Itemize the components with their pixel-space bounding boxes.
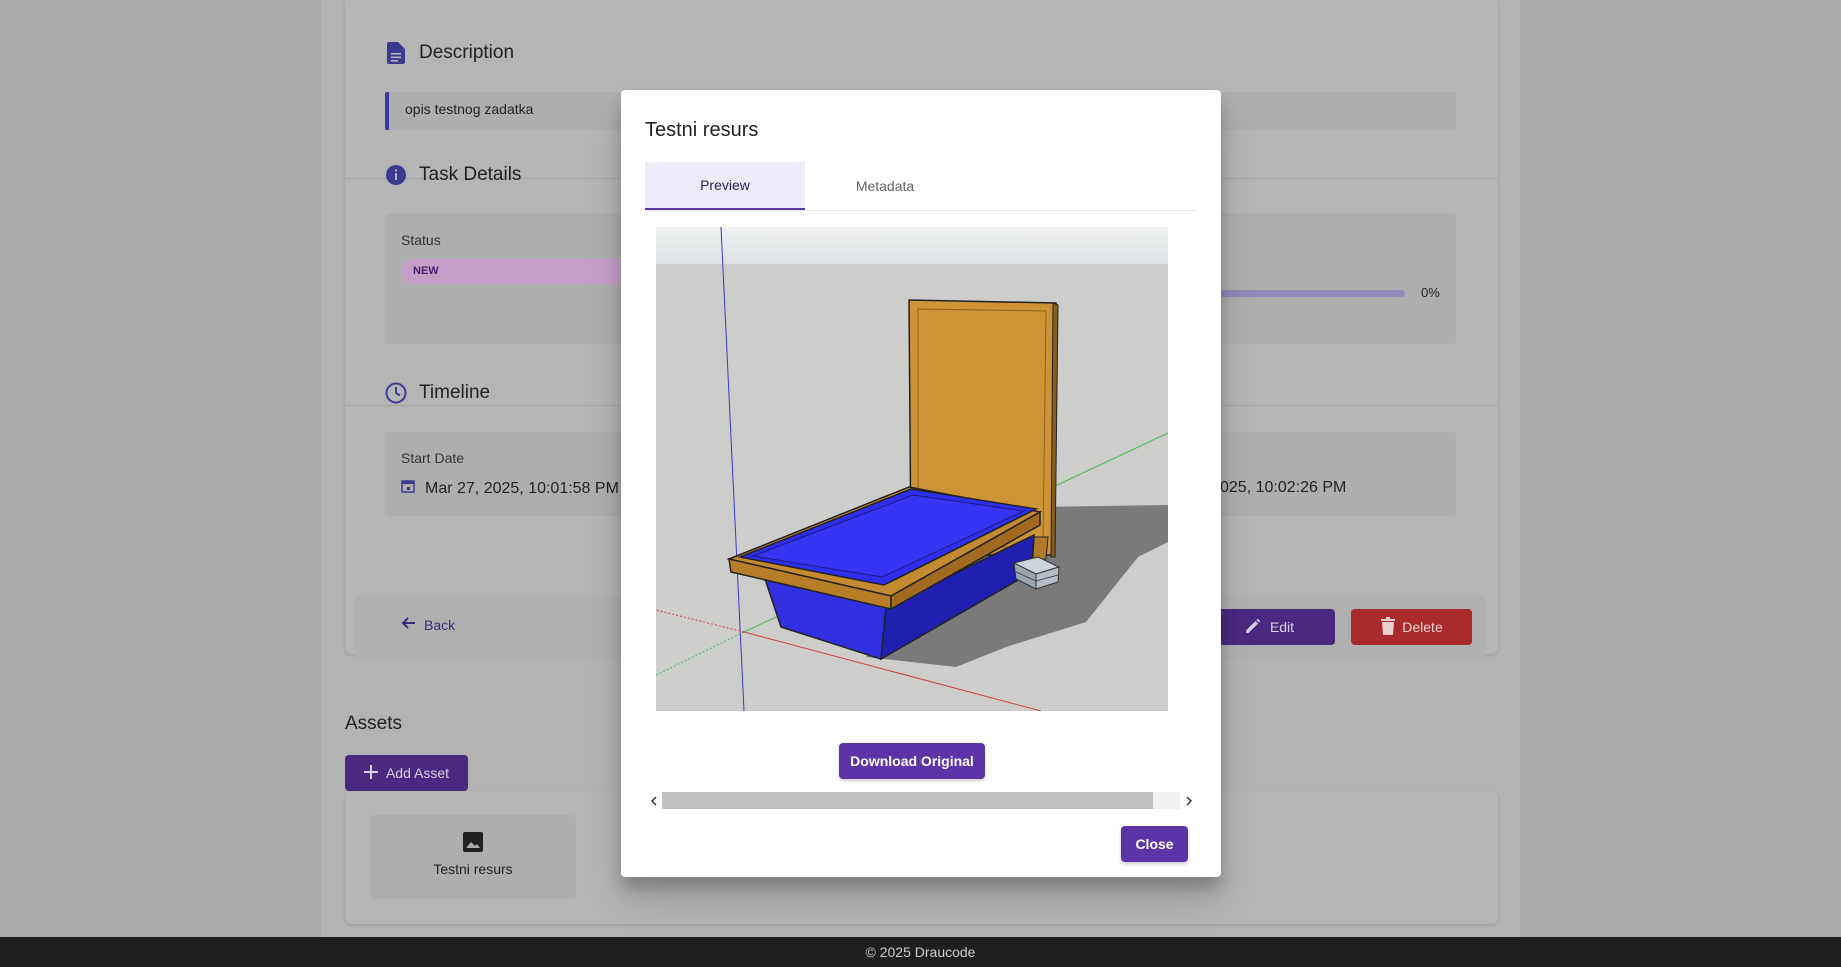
scroll-right-icon[interactable] xyxy=(1180,792,1197,809)
scroll-track[interactable] xyxy=(662,792,1180,809)
plus-icon xyxy=(363,764,378,782)
timeline-section-title: Timeline xyxy=(385,382,490,404)
tab-metadata[interactable]: Metadata xyxy=(805,162,965,210)
back-label: Back xyxy=(424,616,456,633)
end-date-value: 025, 10:02:26 PM xyxy=(1220,479,1347,496)
details-heading: Task Details xyxy=(419,164,522,185)
asset-name: Testni resurs xyxy=(433,861,513,877)
download-original-button[interactable]: Download Original xyxy=(839,743,985,779)
info-icon xyxy=(385,164,407,186)
start-date-label: Start Date xyxy=(401,450,465,466)
scroll-left-icon[interactable] xyxy=(645,792,662,809)
close-button[interactable]: Close xyxy=(1121,826,1188,862)
delete-label: Delete xyxy=(1402,619,1443,635)
clock-icon xyxy=(385,382,407,404)
description-section-title: Description xyxy=(385,42,514,64)
asset-tile[interactable]: Testni resurs xyxy=(370,815,576,899)
add-asset-button[interactable]: Add Asset xyxy=(345,755,468,791)
timeline-heading: Timeline xyxy=(419,382,491,403)
start-date: Mar 27, 2025, 10:01:58 PM xyxy=(401,479,619,498)
status-label: Status xyxy=(401,232,441,248)
bed-3d-render xyxy=(656,227,1168,711)
delete-button[interactable]: Delete xyxy=(1351,609,1472,645)
progress-bar xyxy=(1218,290,1405,297)
document-icon xyxy=(385,42,407,64)
progress-percent: 0% xyxy=(1421,285,1440,300)
trash-icon xyxy=(1380,616,1396,638)
image-icon xyxy=(462,831,484,853)
edit-label: Edit xyxy=(1269,619,1295,635)
add-asset-label: Add Asset xyxy=(385,765,450,781)
footer: © 2025 Draucode xyxy=(0,937,1841,967)
status-badge: NEW xyxy=(401,259,631,284)
scroll-thumb[interactable] xyxy=(662,792,1153,809)
model-preview-image xyxy=(656,227,1168,711)
pencil-icon xyxy=(1244,617,1262,638)
asset-preview-dialog: Testni resurs Preview Metadata Download … xyxy=(621,90,1221,877)
assets-heading: Assets xyxy=(345,713,403,734)
description-heading: Description xyxy=(419,42,515,63)
dialog-tabs: Preview Metadata xyxy=(645,162,1197,211)
end-date: 025, 10:02:26 PM xyxy=(1220,479,1346,497)
details-section-title: Task Details xyxy=(385,164,521,186)
back-button[interactable]: Back xyxy=(400,615,455,634)
tab-preview[interactable]: Preview xyxy=(645,162,805,210)
arrow-left-icon xyxy=(400,615,416,634)
dialog-title: Testni resurs xyxy=(645,119,759,141)
horizontal-scrollbar[interactable] xyxy=(645,792,1197,809)
start-date-value: Mar 27, 2025, 10:01:58 PM xyxy=(425,479,619,497)
edit-button[interactable]: Edit xyxy=(1203,609,1335,645)
calendar-icon xyxy=(401,479,415,498)
